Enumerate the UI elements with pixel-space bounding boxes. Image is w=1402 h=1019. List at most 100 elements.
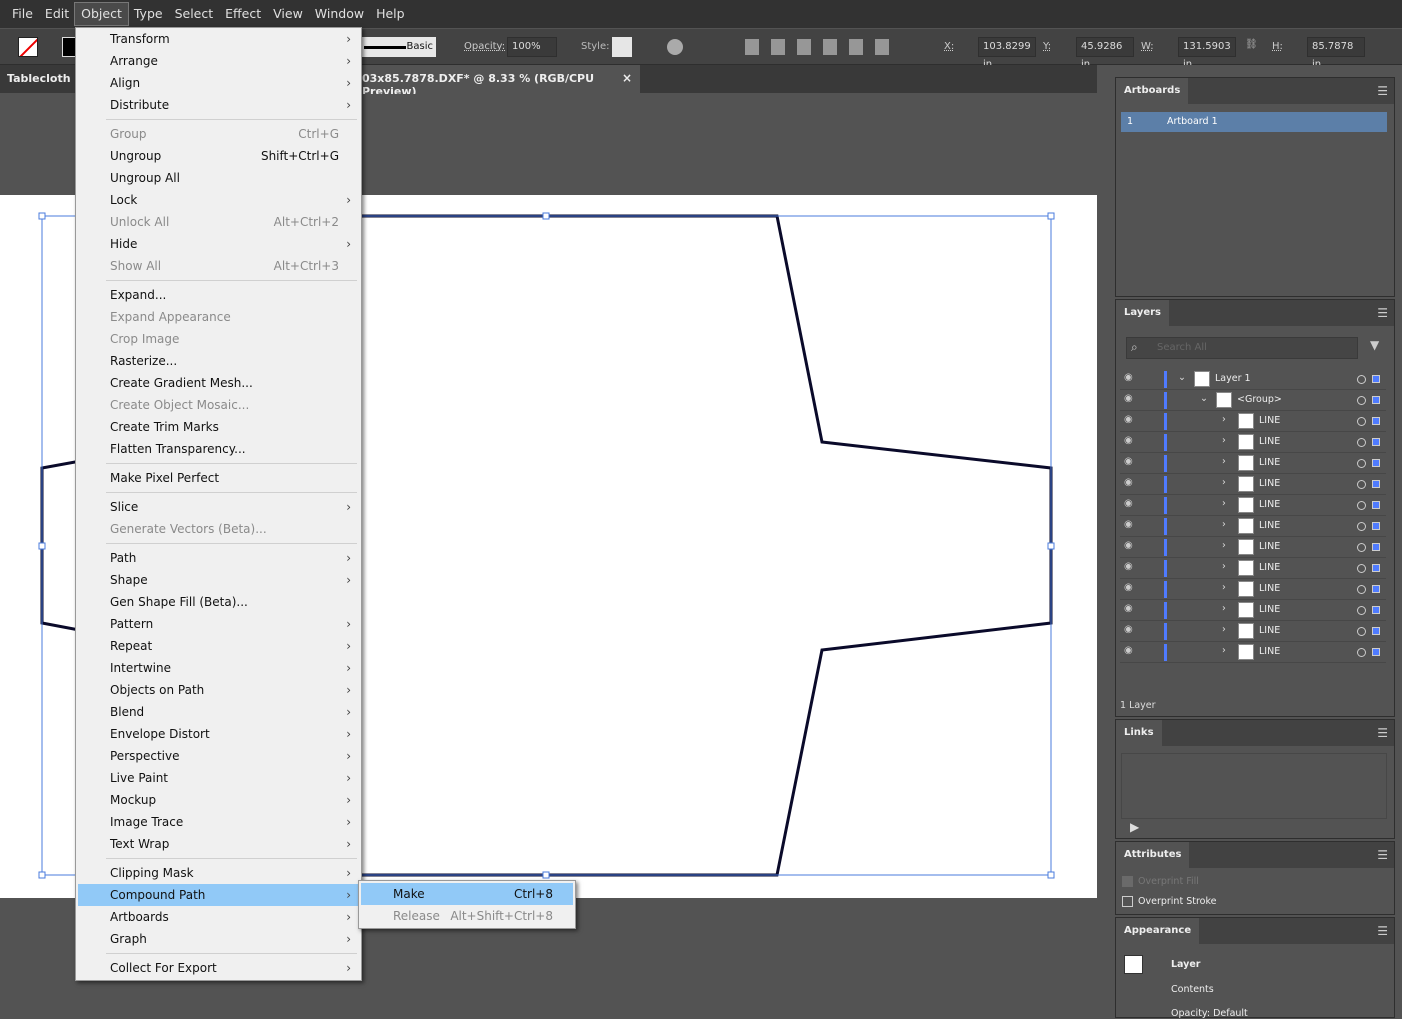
menu-item-artboards[interactable]: Artboards › (78, 906, 359, 928)
selection-indicator[interactable] (1372, 396, 1380, 404)
target-icon[interactable] (1357, 564, 1366, 573)
layer-name[interactable]: LINE (1259, 415, 1280, 426)
visibility-eye-icon[interactable]: ◉ (1124, 603, 1133, 614)
chevron-right-icon[interactable]: › (1222, 435, 1226, 446)
menu-item-expand[interactable]: Expand... (78, 284, 359, 306)
menu-item-create-object-mosaic[interactable]: Create Object Mosaic... (78, 394, 359, 416)
selection-indicator[interactable] (1372, 480, 1380, 488)
selection-indicator[interactable] (1372, 543, 1380, 551)
menu-item-generate-vectors-beta[interactable]: Generate Vectors (Beta)... (78, 518, 359, 540)
handle[interactable] (38, 871, 46, 879)
layer-name[interactable]: LINE (1259, 604, 1280, 615)
menu-item-flatten-transparency[interactable]: Flatten Transparency... (78, 438, 359, 460)
layer-row[interactable]: ◉ › LINE (1120, 432, 1386, 453)
layer-row[interactable]: ◉ › LINE (1120, 411, 1386, 432)
selection-indicator[interactable] (1372, 522, 1380, 530)
chevron-right-icon[interactable]: › (1222, 519, 1226, 530)
menu-item-ungroup-all[interactable]: Ungroup All (78, 167, 359, 189)
layer-row[interactable]: ◉ ⌄ <Group> (1120, 390, 1386, 411)
layers-tab[interactable]: Layers (1116, 300, 1169, 326)
selection-indicator[interactable] (1372, 438, 1380, 446)
handle[interactable] (1047, 212, 1055, 220)
menu-item-path[interactable]: Path › (78, 547, 359, 569)
layer-name[interactable]: LINE (1259, 478, 1280, 489)
menu-item-shape[interactable]: Shape › (78, 569, 359, 591)
target-icon[interactable] (1357, 459, 1366, 468)
submenu-item-release[interactable]: Release Alt+Shift+Ctrl+8 (361, 905, 573, 927)
visibility-eye-icon[interactable]: ◉ (1124, 414, 1133, 425)
menu-item-align[interactable]: Align › (78, 72, 359, 94)
artboards-tab[interactable]: Artboards (1116, 78, 1189, 104)
selection-indicator[interactable] (1372, 459, 1380, 467)
handle[interactable] (1047, 542, 1055, 550)
menu-item-expand-appearance[interactable]: Expand Appearance (78, 306, 359, 328)
handle[interactable] (1047, 871, 1055, 879)
target-icon[interactable] (1357, 438, 1366, 447)
target-icon[interactable] (1357, 627, 1366, 636)
visibility-eye-icon[interactable]: ◉ (1124, 645, 1133, 656)
visibility-eye-icon[interactable]: ◉ (1124, 624, 1133, 635)
panel-menu-icon[interactable]: ☰ (1377, 84, 1388, 98)
layer-row[interactable]: ◉ › LINE (1120, 621, 1386, 642)
menu-item-envelope-distort[interactable]: Envelope Distort › (78, 723, 359, 745)
chevron-right-icon[interactable]: › (1222, 603, 1226, 614)
appearance-tab[interactable]: Appearance (1116, 918, 1200, 944)
appearance-contents[interactable]: Contents (1171, 984, 1214, 995)
selection-indicator[interactable] (1372, 375, 1380, 383)
layer-row[interactable]: ◉ › LINE (1120, 516, 1386, 537)
layer-row[interactable]: ◉ › LINE (1120, 642, 1386, 663)
panel-menu-icon[interactable]: ☰ (1377, 924, 1388, 938)
selection-indicator[interactable] (1372, 501, 1380, 509)
layer-name[interactable]: LINE (1259, 562, 1280, 573)
menu-item-perspective[interactable]: Perspective › (78, 745, 359, 767)
selection-indicator[interactable] (1372, 606, 1380, 614)
menu-item-intertwine[interactable]: Intertwine › (78, 657, 359, 679)
appearance-opacity[interactable]: Opacity: Default (1171, 1008, 1248, 1019)
menu-item-group[interactable]: Group Ctrl+G (78, 123, 359, 145)
chevron-right-icon[interactable]: › (1222, 561, 1226, 572)
visibility-eye-icon[interactable]: ◉ (1124, 456, 1133, 467)
target-icon[interactable] (1357, 648, 1366, 657)
selection-indicator[interactable] (1372, 417, 1380, 425)
selection-indicator[interactable] (1372, 648, 1380, 656)
target-icon[interactable] (1357, 522, 1366, 531)
menu-item-ungroup[interactable]: Ungroup Shift+Ctrl+G (78, 145, 359, 167)
filter-icon[interactable]: ▼ (1370, 338, 1379, 352)
handle[interactable] (38, 542, 46, 550)
menu-item-crop-image[interactable]: Crop Image (78, 328, 359, 350)
menu-item-live-paint[interactable]: Live Paint › (78, 767, 359, 789)
chevron-right-icon[interactable]: › (1222, 498, 1226, 509)
menu-item-pattern[interactable]: Pattern › (78, 613, 359, 635)
menu-item-objects-on-path[interactable]: Objects on Path › (78, 679, 359, 701)
handle[interactable] (542, 212, 550, 220)
layer-name[interactable]: LINE (1259, 499, 1280, 510)
selection-indicator[interactable] (1372, 585, 1380, 593)
menu-item-text-wrap[interactable]: Text Wrap › (78, 833, 359, 855)
visibility-eye-icon[interactable]: ◉ (1124, 561, 1133, 572)
menu-item-blend[interactable]: Blend › (78, 701, 359, 723)
play-icon[interactable]: ▶ (1130, 820, 1139, 834)
menu-item-unlock-all[interactable]: Unlock All Alt+Ctrl+2 (78, 211, 359, 233)
layer-name[interactable]: LINE (1259, 646, 1280, 657)
chevron-down-icon[interactable]: ⌄ (1178, 372, 1186, 383)
layer-row[interactable]: ◉ › LINE (1120, 537, 1386, 558)
visibility-eye-icon[interactable]: ◉ (1124, 582, 1133, 593)
artboard-row[interactable]: 1 Artboard 1 (1121, 112, 1387, 132)
layer-row[interactable]: ◉ › LINE (1120, 558, 1386, 579)
visibility-eye-icon[interactable]: ◉ (1124, 393, 1133, 404)
overprint-fill-checkbox[interactable] (1122, 876, 1133, 887)
visibility-eye-icon[interactable]: ◉ (1124, 435, 1133, 446)
target-icon[interactable] (1357, 417, 1366, 426)
handle[interactable] (542, 871, 550, 879)
constrain-proportions-icon[interactable]: ⛓ (1245, 39, 1258, 50)
menu-item-compound-path[interactable]: Compound Path › (78, 884, 359, 906)
target-icon[interactable] (1357, 543, 1366, 552)
layer-row[interactable]: ◉ › LINE (1120, 579, 1386, 600)
menu-item-show-all[interactable]: Show All Alt+Ctrl+3 (78, 255, 359, 277)
target-icon[interactable] (1357, 375, 1366, 384)
chevron-down-icon[interactable]: ⌄ (1200, 393, 1208, 404)
target-icon[interactable] (1357, 585, 1366, 594)
chevron-right-icon[interactable]: › (1222, 414, 1226, 425)
menu-item-arrange[interactable]: Arrange › (78, 50, 359, 72)
layer-name[interactable]: LINE (1259, 520, 1280, 531)
